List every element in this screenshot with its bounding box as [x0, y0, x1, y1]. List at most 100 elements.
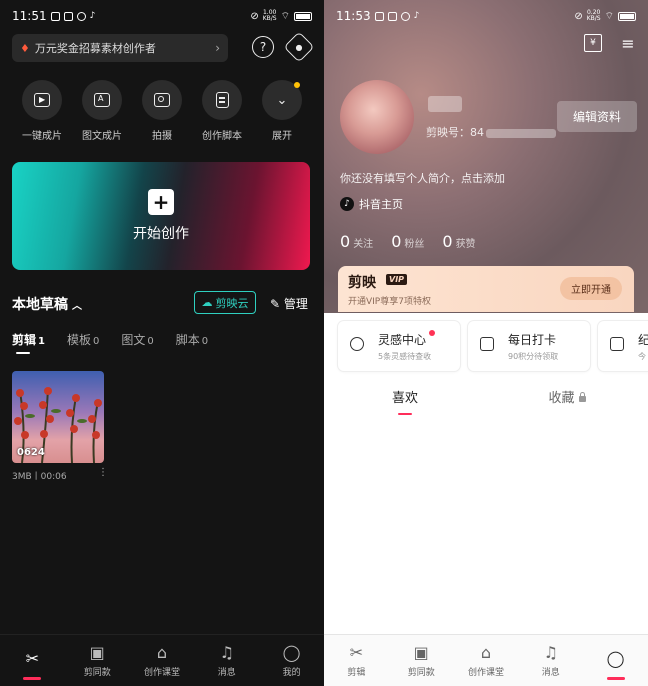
- mute-icon: ⊘: [250, 10, 259, 22]
- tab-image-text[interactable]: 图文 0: [121, 331, 153, 348]
- profile-panel: 灵感中心 5条灵感待查收 每日打卡 90积分待领取 纪 今 喜欢 收藏: [324, 313, 648, 634]
- card-title: 每日打卡: [508, 333, 557, 347]
- cloud-label: 剪映云: [215, 296, 249, 310]
- card-partial[interactable]: 纪 今: [598, 321, 648, 371]
- template-icon: ▣: [413, 642, 429, 662]
- card-subtitle: 5条灵感待查收: [378, 352, 432, 361]
- mute-icon: ⊘: [574, 10, 583, 22]
- tab-favorites[interactable]: 收藏: [486, 387, 648, 406]
- notification-icon: [76, 11, 86, 21]
- nav-label: 消息: [217, 667, 236, 678]
- play-icon: ▶: [34, 93, 50, 107]
- promo-banner[interactable]: ♦ 万元奖金招募素材创作者 ›: [12, 34, 228, 62]
- quick-tools: ▶ 一键成片 A 图文成片 拍摄 创作脚本 ⌄ 展开: [0, 80, 324, 142]
- user-id: 剪映号：84: [426, 124, 556, 140]
- nav-me[interactable]: ◯: [583, 635, 648, 686]
- bell-icon: ♫: [219, 642, 234, 662]
- menu-icon[interactable]: ≡: [619, 34, 637, 53]
- local-drafts-label: 本地草稿: [12, 297, 68, 313]
- edit-pencil-icon: ✎: [270, 297, 281, 311]
- tab-likes[interactable]: 喜欢: [324, 387, 486, 415]
- stat-following[interactable]: 0 关注: [340, 232, 373, 251]
- stat-followers[interactable]: 0 粉丝: [391, 232, 424, 251]
- nickname-blurred: [428, 96, 462, 112]
- tool-label: 展开: [272, 131, 292, 142]
- tab-script[interactable]: 脚本 0: [176, 331, 208, 348]
- tool-one-click-video[interactable]: ▶ 一键成片: [12, 80, 72, 142]
- avatar[interactable]: [340, 80, 414, 154]
- manage-button[interactable]: ✎ 管理: [270, 295, 308, 312]
- nav-me[interactable]: ◯ 我的: [259, 635, 324, 686]
- nav-templates[interactable]: ▣ 剪同款: [389, 635, 454, 686]
- tab-template[interactable]: 模板 0: [67, 331, 99, 348]
- lock-icon: [578, 391, 586, 402]
- nav-messages[interactable]: ♫ 消息: [194, 635, 259, 686]
- douyin-label: 抖音主页: [359, 198, 403, 211]
- vip-brand: 剪映: [348, 275, 376, 291]
- network-speed: 1.00 KB/S: [262, 9, 277, 22]
- camera-icon: [154, 93, 170, 107]
- nav-edit[interactable]: ✂ 剪辑: [324, 635, 389, 686]
- image-text-icon: A: [94, 93, 110, 107]
- more-icon[interactable]: ⋮: [98, 467, 108, 478]
- tool-label: 一键成片: [22, 131, 62, 142]
- start-creating-label: 开始创作: [133, 226, 189, 242]
- card-subtitle: 今: [638, 352, 646, 361]
- cloud-button[interactable]: ☁ 剪映云: [194, 291, 256, 314]
- profile-screen: 11:53 ♪ ⊘ 0.20 KB/S ⌔ ¥ ≡ 剪映号：84 编辑资料 你还没…: [324, 0, 648, 686]
- scissors-icon: ✂: [349, 642, 364, 662]
- local-drafts-title[interactable]: 本地草稿 ︿: [12, 294, 82, 314]
- nav-messages[interactable]: ♫ 消息: [518, 635, 583, 686]
- notification-icon: [374, 11, 384, 21]
- vip-banner[interactable]: 剪映 VIP 开通VIP尊享7项特权 立即开通: [338, 266, 634, 312]
- draft-name: 0624: [17, 447, 45, 458]
- tool-script[interactable]: 创作脚本: [192, 80, 252, 142]
- help-icon[interactable]: ?: [252, 36, 274, 58]
- tool-expand[interactable]: ⌄ 展开: [252, 80, 312, 142]
- nav-classroom[interactable]: ⌂ 创作课堂: [130, 635, 195, 686]
- edit-profile-button[interactable]: 编辑资料: [557, 101, 637, 132]
- douyin-home-link[interactable]: ♪ 抖音主页: [340, 196, 403, 212]
- manage-label: 管理: [283, 297, 308, 311]
- status-time: 11:53: [336, 9, 371, 23]
- tool-shoot[interactable]: 拍摄: [132, 80, 192, 142]
- wifi-icon: ⌔: [604, 10, 614, 22]
- checkin-icon: [480, 337, 494, 351]
- status-bar: 11:53 ♪ ⊘ 0.20 KB/S ⌔: [324, 0, 648, 32]
- draft-thumbnail[interactable]: 0624: [12, 371, 104, 463]
- card-title: 灵感中心: [378, 333, 427, 347]
- card-title: 纪: [638, 333, 648, 347]
- notification-icon: [400, 11, 410, 21]
- tab-edit[interactable]: 剪辑 1: [12, 331, 45, 354]
- vip-subtitle: 开通VIP尊享7项特权: [348, 297, 431, 307]
- status-bar: 11:51 ♪ ⊘ 1.00 KB/S ⌔: [0, 0, 324, 32]
- nav-classroom[interactable]: ⌂ 创作课堂: [454, 635, 519, 686]
- start-creating-button[interactable]: + 开始创作: [12, 162, 310, 270]
- tool-image-text-video[interactable]: A 图文成片: [72, 80, 132, 142]
- nav-templates[interactable]: ▣ 剪同款: [65, 635, 130, 686]
- nav-label: 创作课堂: [467, 667, 504, 678]
- nav-label: 创作课堂: [143, 667, 180, 678]
- nav-label: 我的: [282, 667, 301, 678]
- vip-tag: VIP: [386, 274, 408, 285]
- vip-open-button[interactable]: 立即开通: [560, 277, 622, 300]
- nav-edit[interactable]: ✂: [0, 635, 65, 686]
- new-dot: [294, 82, 300, 88]
- card-inspiration[interactable]: 灵感中心 5条灵感待查收: [338, 321, 460, 371]
- draft-meta: 3MB丨00:06: [12, 472, 67, 482]
- card-checkin[interactable]: 每日打卡 90积分待领取: [468, 321, 590, 371]
- settings-icon[interactable]: ●: [283, 31, 315, 63]
- cloud-icon: ☁: [201, 296, 213, 309]
- stat-likes[interactable]: 0 获赞: [442, 232, 475, 251]
- scissors-icon: ✂: [25, 649, 40, 668]
- wallet-icon[interactable]: ¥: [584, 34, 602, 52]
- battery-icon: [618, 11, 636, 21]
- promo-text: 万元奖金招募素材创作者: [34, 42, 156, 55]
- plus-icon: +: [148, 189, 174, 215]
- notification-icon: [50, 11, 60, 21]
- user-icon: ◯: [606, 649, 625, 668]
- template-icon: ▣: [89, 642, 105, 662]
- network-speed: 0.20 KB/S: [586, 9, 601, 22]
- bio-text[interactable]: 你还没有填写个人简介，点击添加: [340, 170, 505, 186]
- notification-icon: [63, 11, 73, 21]
